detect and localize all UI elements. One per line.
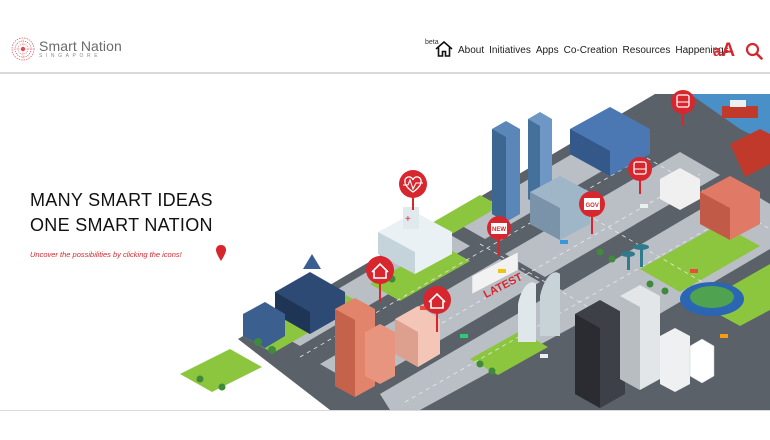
health-pin-icon[interactable] bbox=[399, 170, 427, 210]
nav-apps[interactable]: Apps bbox=[536, 45, 559, 56]
site-header: Smart Nation SINGAPORE beta About Initia… bbox=[0, 0, 770, 72]
nav-about[interactable]: About bbox=[458, 45, 484, 56]
search-icon[interactable] bbox=[745, 42, 763, 60]
smart-nation-logo[interactable]: Smart Nation SINGAPORE bbox=[10, 36, 122, 62]
hero-headline: MANY SMART IDEAS ONE SMART NATION bbox=[30, 188, 213, 238]
main-nav: About Initiatives Apps Co-Creation Resou… bbox=[458, 45, 729, 56]
hero-headline-line2: ONE SMART NATION bbox=[30, 215, 213, 235]
hero-headline-line1: MANY SMART IDEAS bbox=[30, 190, 213, 210]
nav-initiatives[interactable]: Initiatives bbox=[489, 45, 531, 56]
nav-resources[interactable]: Resources bbox=[623, 45, 671, 56]
font-size-toggle[interactable]: aA bbox=[713, 40, 735, 62]
new-badge-label: NEW bbox=[492, 227, 506, 233]
home-icon[interactable] bbox=[435, 41, 453, 57]
isometric-city-illustration: + LATEST GOV NEW bbox=[180, 90, 770, 410]
logo-subtitle: SINGAPORE bbox=[39, 53, 102, 59]
hero-tagline: Uncover the possibilities by clicking th… bbox=[30, 250, 182, 259]
hero-section: + LATEST GOV NEW MANY SMART IDEAS ONE SM… bbox=[0, 74, 770, 410]
gov-badge-label: GOV bbox=[586, 203, 599, 209]
logo-mark-icon bbox=[11, 37, 35, 61]
logo-title: Smart Nation bbox=[39, 38, 122, 54]
font-large-label: A bbox=[721, 40, 736, 61]
nav-co-creation[interactable]: Co-Creation bbox=[564, 45, 618, 56]
map-pin-icon bbox=[216, 245, 226, 261]
svg-text:+: + bbox=[405, 214, 411, 225]
footer-divider bbox=[0, 410, 770, 411]
